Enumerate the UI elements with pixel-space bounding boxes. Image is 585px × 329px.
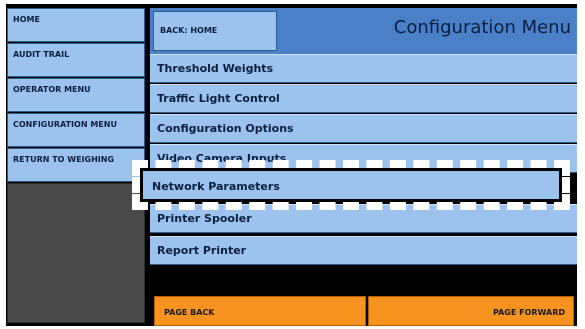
page-title: Configuration Menu bbox=[393, 17, 571, 38]
nav-item-label: CONFIGURATION MENU bbox=[13, 120, 117, 129]
nav-item-label: OPERATOR MENU bbox=[13, 85, 91, 94]
menu-item-label: Threshold Weights bbox=[157, 62, 274, 75]
nav-item-audit-trail[interactable]: AUDIT TRAIL bbox=[7, 43, 145, 77]
nav-item-label: HOME bbox=[13, 15, 40, 24]
back-home-button[interactable]: BACK: HOME bbox=[153, 11, 277, 51]
menu-item-printer-spooler[interactable]: Printer Spooler bbox=[150, 204, 577, 233]
back-button-label: BACK: HOME bbox=[160, 26, 218, 35]
nav-item-label: AUDIT TRAIL bbox=[13, 50, 70, 59]
menu-item-label: Network Parameters bbox=[152, 180, 280, 193]
menu-item-label: Traffic Light Control bbox=[157, 92, 280, 105]
nav-filler bbox=[7, 183, 145, 323]
menu-item-label: Report Printer bbox=[157, 244, 247, 257]
menu-item-label: Video Camera Inputs bbox=[157, 152, 287, 165]
menu-item-configuration-options[interactable]: Configuration Options bbox=[150, 114, 577, 143]
nav-item-home[interactable]: HOME bbox=[7, 8, 145, 42]
page-back-button[interactable]: PAGE BACK bbox=[154, 296, 366, 326]
nav-item-operator-menu[interactable]: OPERATOR MENU bbox=[7, 78, 145, 112]
page-forward-label: PAGE FORWARD bbox=[492, 308, 565, 317]
menu-item-label: Configuration Options bbox=[157, 122, 294, 135]
menu-item-label: Printer Spooler bbox=[157, 212, 252, 225]
nav-item-label: RETURN TO WEIGHING bbox=[13, 155, 115, 164]
menu-item-traffic-light-control[interactable]: Traffic Light Control bbox=[150, 84, 577, 113]
nav-item-return-to-weighing[interactable]: RETURN TO WEIGHING bbox=[7, 148, 145, 182]
header-bar: BACK: HOME Configuration Menu bbox=[150, 8, 577, 54]
menu-item-report-printer[interactable]: Report Printer bbox=[150, 236, 577, 265]
page-forward-button[interactable]: PAGE FORWARD bbox=[368, 296, 574, 326]
menu-item-network-parameters[interactable]: Network Parameters bbox=[142, 170, 560, 202]
menu-item-threshold-weights[interactable]: Threshold Weights bbox=[150, 54, 577, 83]
menu-item-video-camera-inputs[interactable]: Video Camera Inputs bbox=[150, 144, 577, 173]
page-back-label: PAGE BACK bbox=[164, 308, 215, 317]
nav-item-configuration-menu[interactable]: CONFIGURATION MENU bbox=[7, 113, 145, 147]
